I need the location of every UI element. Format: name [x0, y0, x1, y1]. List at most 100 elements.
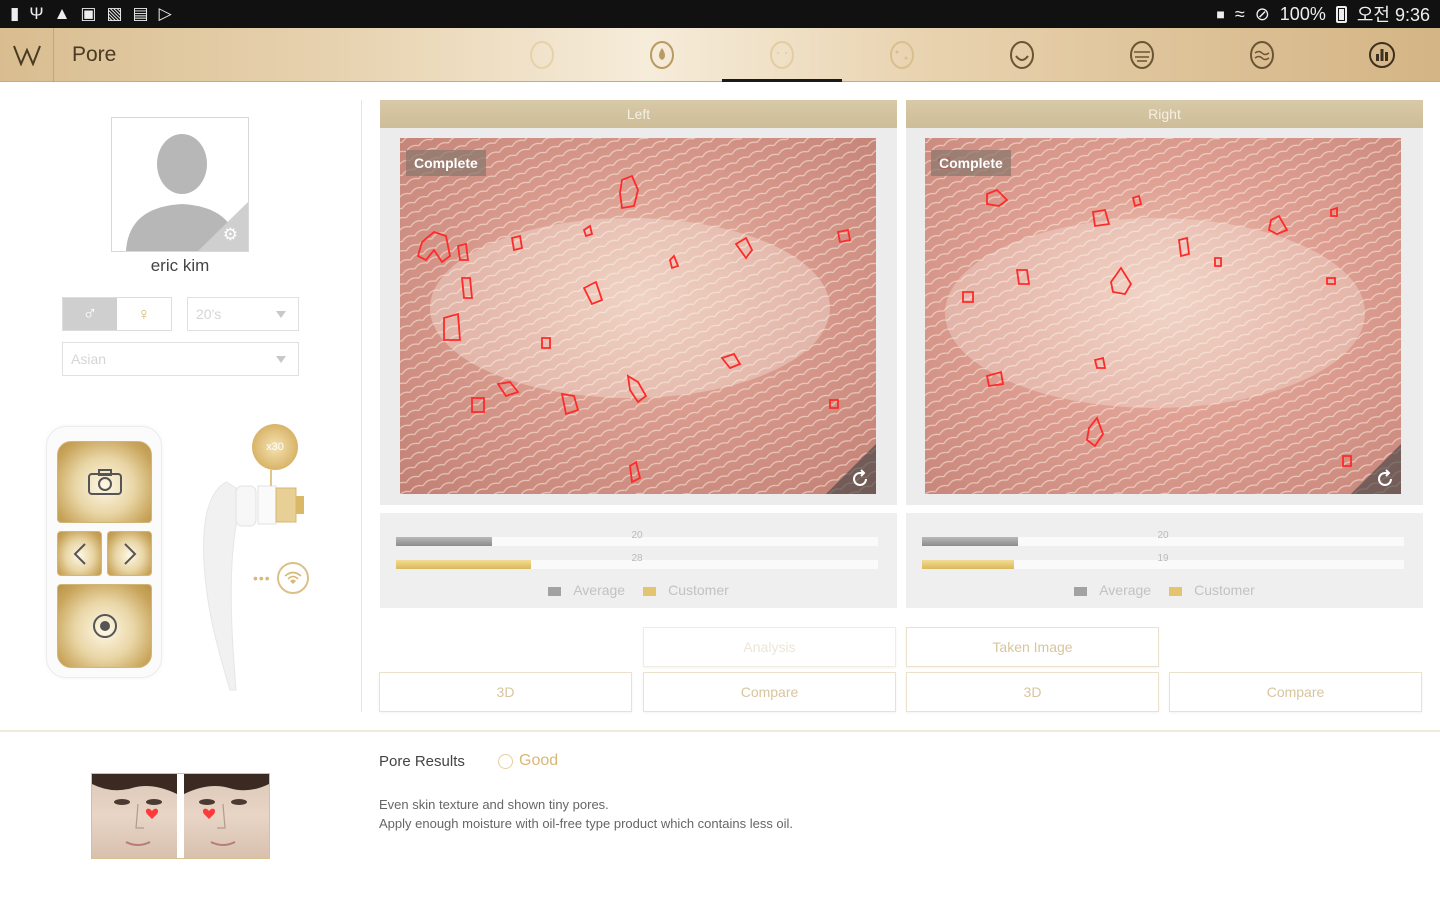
average-bar: [922, 537, 1019, 546]
analysis-tabs: [482, 28, 1440, 82]
user-name: eric kim: [150, 256, 210, 275]
mute-icon: ■: [1216, 6, 1225, 22]
chevron-right-icon: [123, 542, 136, 565]
results-grade-label: Good: [519, 752, 559, 769]
legend-customer: Customer: [643, 582, 729, 598]
camera-control-pad: [46, 426, 162, 678]
battery-percent: 100%: [1279, 3, 1326, 24]
tab-wrinkle[interactable]: [962, 28, 1082, 82]
left-3d-button[interactable]: 3D: [379, 672, 632, 712]
female-icon: ♀: [137, 303, 151, 324]
bar-legend: Average Customer: [380, 582, 897, 598]
results-grade: Good: [498, 752, 558, 770]
document-icon: ▤: [132, 4, 149, 23]
app-header: Pore: [0, 28, 1440, 82]
next-button[interactable]: [107, 531, 152, 576]
notification-icons: ▮ Ψ ▲ ▣ ▧ ▤ ▷: [10, 4, 172, 24]
left-compare-button[interactable]: Compare: [643, 672, 896, 712]
avatar[interactable]: ⚙: [111, 117, 249, 252]
right-image-panel: Right Complete: [906, 100, 1423, 505]
face-right-thumbnail: [184, 774, 269, 858]
left-skin-image[interactable]: Complete: [400, 138, 876, 494]
ethnicity-select-value: Asian: [71, 351, 107, 367]
chart-icon: [1369, 42, 1395, 68]
average-value: 20: [1157, 530, 1169, 541]
right-3d-button[interactable]: 3D: [906, 672, 1159, 712]
page-title: Pore: [72, 43, 117, 66]
panel-title-left: Left: [380, 100, 897, 128]
face-outline-icon: [530, 41, 554, 69]
results-line-1: Even skin texture and shown tiny pores.: [379, 797, 609, 812]
average-bar-track: 20: [396, 530, 878, 546]
drop-icon: [650, 41, 674, 69]
status-bar: ▮ Ψ ▲ ▣ ▧ ▤ ▷ ■ ≈ ⊘ 100% 오전 9:36: [0, 0, 1440, 28]
taken-image-button[interactable]: Taken Image: [906, 627, 1159, 667]
male-icon: ♂: [82, 302, 98, 325]
left-image-panel: Left Complete: [380, 100, 897, 505]
face-left-thumbnail: [92, 774, 177, 858]
wifi-icon[interactable]: [276, 562, 309, 594]
right-comparison-bars: 20 19 Average Customer: [906, 513, 1423, 608]
tab-oil[interactable]: [602, 28, 722, 82]
tab-sensitivity[interactable]: [1202, 28, 1322, 82]
face-thumbnails: [91, 773, 270, 859]
connecting-dots: •••: [253, 570, 271, 586]
camera-icon: [87, 469, 122, 495]
gender-female-button[interactable]: ♀: [117, 298, 171, 330]
tab-summary[interactable]: [1322, 28, 1440, 82]
clock: 오전 9:36: [1356, 5, 1430, 25]
rotate-icon[interactable]: [1351, 444, 1401, 494]
customer-bar-track: 19: [922, 553, 1404, 569]
grade-icon: [498, 753, 513, 769]
gender-male-button[interactable]: ♂: [63, 298, 117, 330]
warning-icon: ▲: [53, 4, 71, 23]
status-badge: Complete: [406, 150, 486, 176]
tab-pore[interactable]: [722, 28, 842, 82]
previous-button[interactable]: [57, 531, 102, 576]
face-sensitive-icon: [1250, 41, 1274, 69]
face-pore-icon: [770, 41, 794, 69]
customer-bar: [922, 560, 1014, 569]
tab-moisture[interactable]: [482, 28, 602, 82]
tab-spot[interactable]: [842, 28, 962, 82]
rotate-icon[interactable]: [826, 444, 876, 494]
age-select-value: 20's: [196, 306, 222, 322]
age-select[interactable]: 20's: [187, 297, 299, 331]
face-spot-icon: [890, 41, 914, 69]
right-compare-button[interactable]: Compare: [1169, 672, 1422, 712]
results-description: Even skin texture and shown tiny pores. …: [379, 795, 793, 833]
gear-icon[interactable]: ⚙: [223, 225, 238, 245]
panel-title-right: Right: [906, 100, 1423, 128]
blocked-icon: ⊘: [1254, 3, 1270, 24]
customer-value: 19: [1157, 553, 1169, 564]
analysis-button[interactable]: Analysis: [643, 627, 896, 667]
notification-icon: ▮: [10, 4, 20, 23]
bar-legend: Average Customer: [906, 582, 1423, 598]
legend-average: Average: [548, 582, 625, 598]
sd-card-icon: ▧: [106, 4, 123, 23]
image-icon: ▣: [80, 4, 97, 23]
average-bar-track: 20: [922, 530, 1404, 546]
average-bar: [396, 537, 493, 546]
legend-average: Average: [1074, 582, 1151, 598]
battery-icon: [1335, 5, 1347, 23]
ethnicity-select[interactable]: Asian: [62, 342, 299, 376]
connection-indicator: •••: [253, 562, 309, 594]
left-comparison-bars: 20 28 Average Customer: [380, 513, 897, 608]
face-keratin-icon: [1130, 41, 1154, 69]
capture-button[interactable]: [57, 441, 152, 523]
right-skin-image[interactable]: Complete: [925, 138, 1401, 494]
logo-icon[interactable]: [0, 28, 54, 82]
legend-customer: Customer: [1169, 582, 1255, 598]
play-store-icon: ▷: [158, 4, 172, 23]
tab-keratin[interactable]: [1082, 28, 1202, 82]
average-value: 20: [631, 530, 643, 541]
customer-bar-track: 28: [396, 553, 878, 569]
results-line-2: Apply enough moisture with oil-free type…: [379, 816, 794, 831]
face-wrinkle-icon: [1010, 41, 1034, 69]
customer-bar: [396, 560, 531, 569]
chevron-down-icon: [276, 356, 286, 363]
record-button[interactable]: [57, 584, 152, 668]
vertical-divider: [361, 100, 362, 712]
status-badge: Complete: [931, 150, 1011, 176]
